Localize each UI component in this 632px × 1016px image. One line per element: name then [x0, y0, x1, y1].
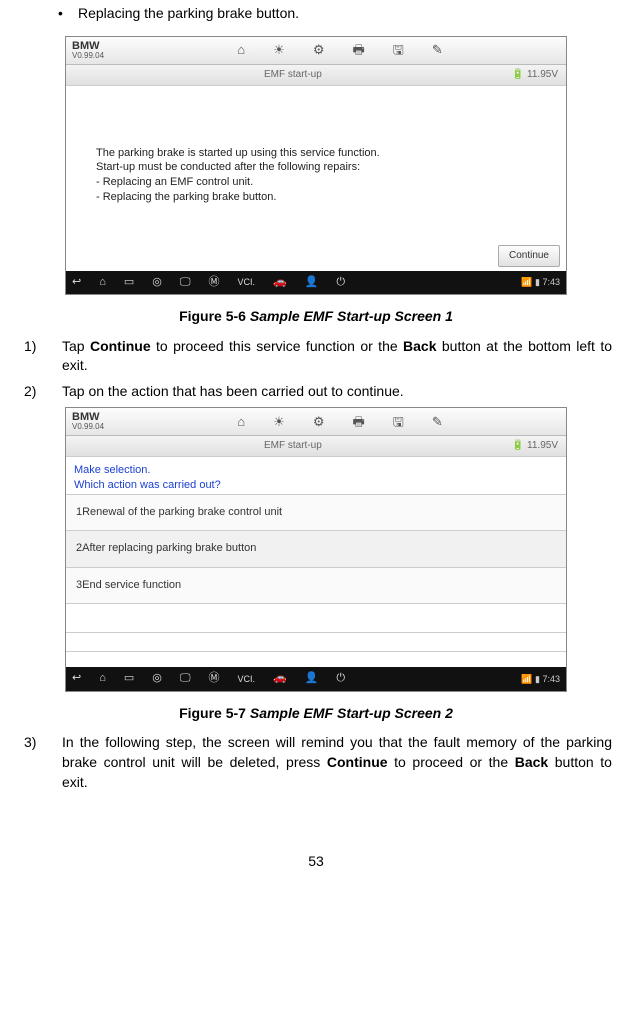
step-2: 2) Tap on the action that has been carri… [20, 382, 612, 402]
gear-icon[interactable]: ⚙ [313, 41, 325, 59]
power-icon[interactable]: ⏻ [336, 671, 345, 686]
app-top-toolbar: BMW V0.99.04 ⌂ ☀ ⚙ 🖶 🖫 ✎ [66, 37, 566, 65]
vci-label[interactable]: VCI. [238, 276, 256, 289]
voltage-value: 11.95V [527, 69, 558, 80]
home-icon[interactable]: ⌂ [237, 41, 245, 59]
step-marker: 1) [20, 337, 62, 376]
selection-prompt: Make selection. Which action was carried… [66, 457, 566, 494]
back-word: Back [403, 338, 436, 354]
home-icon[interactable]: ⌂ [237, 413, 245, 431]
toolbar-icon-row: ⌂ ☀ ⚙ 🖶 🖫 ✎ [120, 41, 560, 59]
battery-voltage: 🔋 11.95V [512, 439, 558, 453]
back-icon[interactable]: ↩ [72, 671, 81, 686]
step-marker: 3) [20, 733, 62, 792]
t: to proceed or the [388, 754, 515, 770]
car-icon[interactable]: 🚗 [273, 671, 287, 686]
bullet-item: • Replacing the parking brake button. [58, 4, 612, 24]
sun-icon[interactable]: ☀ [273, 41, 285, 59]
prompt-line1: Make selection. [74, 463, 558, 477]
screenshot-body: The parking brake is started up using th… [66, 86, 566, 271]
version-label: V0.99.04 [72, 423, 104, 431]
person-icon[interactable]: 👤 [305, 671, 319, 686]
service-info-text: The parking brake is started up using th… [96, 146, 536, 205]
prompt-line2: Which action was carried out? [74, 478, 558, 492]
vehicle-brand-block: BMW V0.99.04 [72, 41, 104, 60]
option-row-3[interactable]: 3End service function [66, 567, 566, 603]
step-1: 1) Tap Continue to proceed this service … [20, 337, 612, 376]
caption-prefix: Figure 5-6 [179, 308, 246, 324]
subbar-title: EMF start-up [264, 439, 322, 453]
line2: Start-up must be conducted after the fol… [96, 160, 536, 175]
caption-text: Sample EMF Start-up Screen 1 [250, 308, 453, 324]
step-marker: 2) [20, 382, 62, 402]
app-top-toolbar: BMW V0.99.04 ⌂ ☀ ⚙ 🖶 🖫 ✎ [66, 408, 566, 436]
line4: - Replacing the parking brake button. [96, 190, 536, 205]
save-icon[interactable]: 🖫 [393, 41, 404, 59]
status-time: 📶 ▮ 7:43 [521, 673, 560, 686]
home-icon[interactable]: ⌂ [99, 671, 106, 686]
caption-prefix: Figure 5-7 [179, 705, 246, 721]
sun-icon[interactable]: ☀ [273, 413, 285, 431]
system-bottom-bar: ↩ ⌂ ▭ ◎ 🖵 Ⓜ VCI. 🚗 👤 ⏻ 📶 ▮ 7:43 [66, 271, 566, 294]
step-body: In the following step, the screen will r… [62, 733, 612, 792]
page-number: 53 [20, 852, 612, 872]
home-icon[interactable]: ⌂ [99, 275, 106, 290]
continue-word: Continue [327, 754, 388, 770]
recent-icon[interactable]: ▭ [124, 671, 134, 686]
bullet-text: Replacing the parking brake button. [78, 4, 299, 24]
brand-label: BMW [72, 41, 104, 52]
step-body: Tap Continue to proceed this service fun… [62, 337, 612, 376]
t: to proceed this service function or the [151, 338, 403, 354]
m-icon[interactable]: Ⓜ [209, 275, 220, 290]
step-3: 3) In the following step, the screen wil… [20, 733, 612, 792]
print-icon[interactable]: 🖶 [352, 41, 364, 59]
system-bottom-bar: ↩ ⌂ ▭ ◎ 🖵 Ⓜ VCI. 🚗 👤 ⏻ 📶 ▮ 7:43 [66, 667, 566, 690]
chrome-icon[interactable]: ◎ [152, 275, 162, 290]
figure-5-7-screenshot: BMW V0.99.04 ⌂ ☀ ⚙ 🖶 🖫 ✎ EMF start-up 🔋 … [65, 407, 567, 691]
continue-word: Continue [90, 338, 151, 354]
pencil-icon[interactable]: ✎ [432, 41, 443, 59]
chrome-icon[interactable]: ◎ [152, 671, 162, 686]
vci-label[interactable]: VCI. [238, 673, 256, 686]
figure-5-7-caption: Figure 5-7 Sample EMF Start-up Screen 2 [20, 704, 612, 724]
figure-5-6-caption: Figure 5-6 Sample EMF Start-up Screen 1 [20, 307, 612, 327]
line3: - Replacing an EMF control unit. [96, 175, 536, 190]
back-word: Back [515, 754, 548, 770]
time-value: 7:43 [542, 277, 560, 287]
devices-icon[interactable]: 🖵 [180, 275, 191, 290]
status-time: 📶 ▮ 7:43 [521, 276, 560, 289]
toolbar-icon-row: ⌂ ☀ ⚙ 🖶 🖫 ✎ [120, 413, 560, 431]
person-icon[interactable]: 👤 [305, 275, 319, 290]
subbar-title: EMF start-up [264, 68, 322, 82]
version-label: V0.99.04 [72, 52, 104, 60]
bullet-marker: • [58, 4, 78, 24]
vehicle-brand-block: BMW V0.99.04 [72, 412, 104, 431]
car-icon[interactable]: 🚗 [273, 275, 287, 290]
line1: The parking brake is started up using th… [96, 146, 536, 161]
blank-row [66, 632, 566, 652]
app-sub-bar: EMF start-up 🔋 11.95V [66, 65, 566, 86]
battery-voltage: 🔋 11.95V [512, 68, 558, 82]
time-value: 7:43 [542, 674, 560, 684]
step-body: Tap on the action that has been carried … [62, 382, 612, 402]
save-icon[interactable]: 🖫 [393, 413, 404, 431]
app-sub-bar: EMF start-up 🔋 11.95V [66, 436, 566, 457]
devices-icon[interactable]: 🖵 [180, 671, 191, 686]
power-icon[interactable]: ⏻ [336, 275, 345, 290]
blank-row [66, 603, 566, 632]
print-icon[interactable]: 🖶 [352, 413, 364, 431]
t: Tap [62, 338, 90, 354]
caption-text: Sample EMF Start-up Screen 2 [250, 705, 453, 721]
pencil-icon[interactable]: ✎ [432, 413, 443, 431]
gear-icon[interactable]: ⚙ [313, 413, 325, 431]
figure-5-6-screenshot: BMW V0.99.04 ⌂ ☀ ⚙ 🖶 🖫 ✎ EMF start-up 🔋 … [65, 36, 567, 295]
voltage-value: 11.95V [527, 440, 558, 451]
option-row-1[interactable]: 1Renewal of the parking brake control un… [66, 494, 566, 530]
option-row-2[interactable]: 2After replacing parking brake button [66, 530, 566, 566]
screenshot-body: Make selection. Which action was carried… [66, 457, 566, 667]
continue-button[interactable]: Continue [498, 245, 560, 267]
m-icon[interactable]: Ⓜ [209, 671, 220, 686]
back-icon[interactable]: ↩ [72, 275, 81, 290]
recent-icon[interactable]: ▭ [124, 275, 134, 290]
